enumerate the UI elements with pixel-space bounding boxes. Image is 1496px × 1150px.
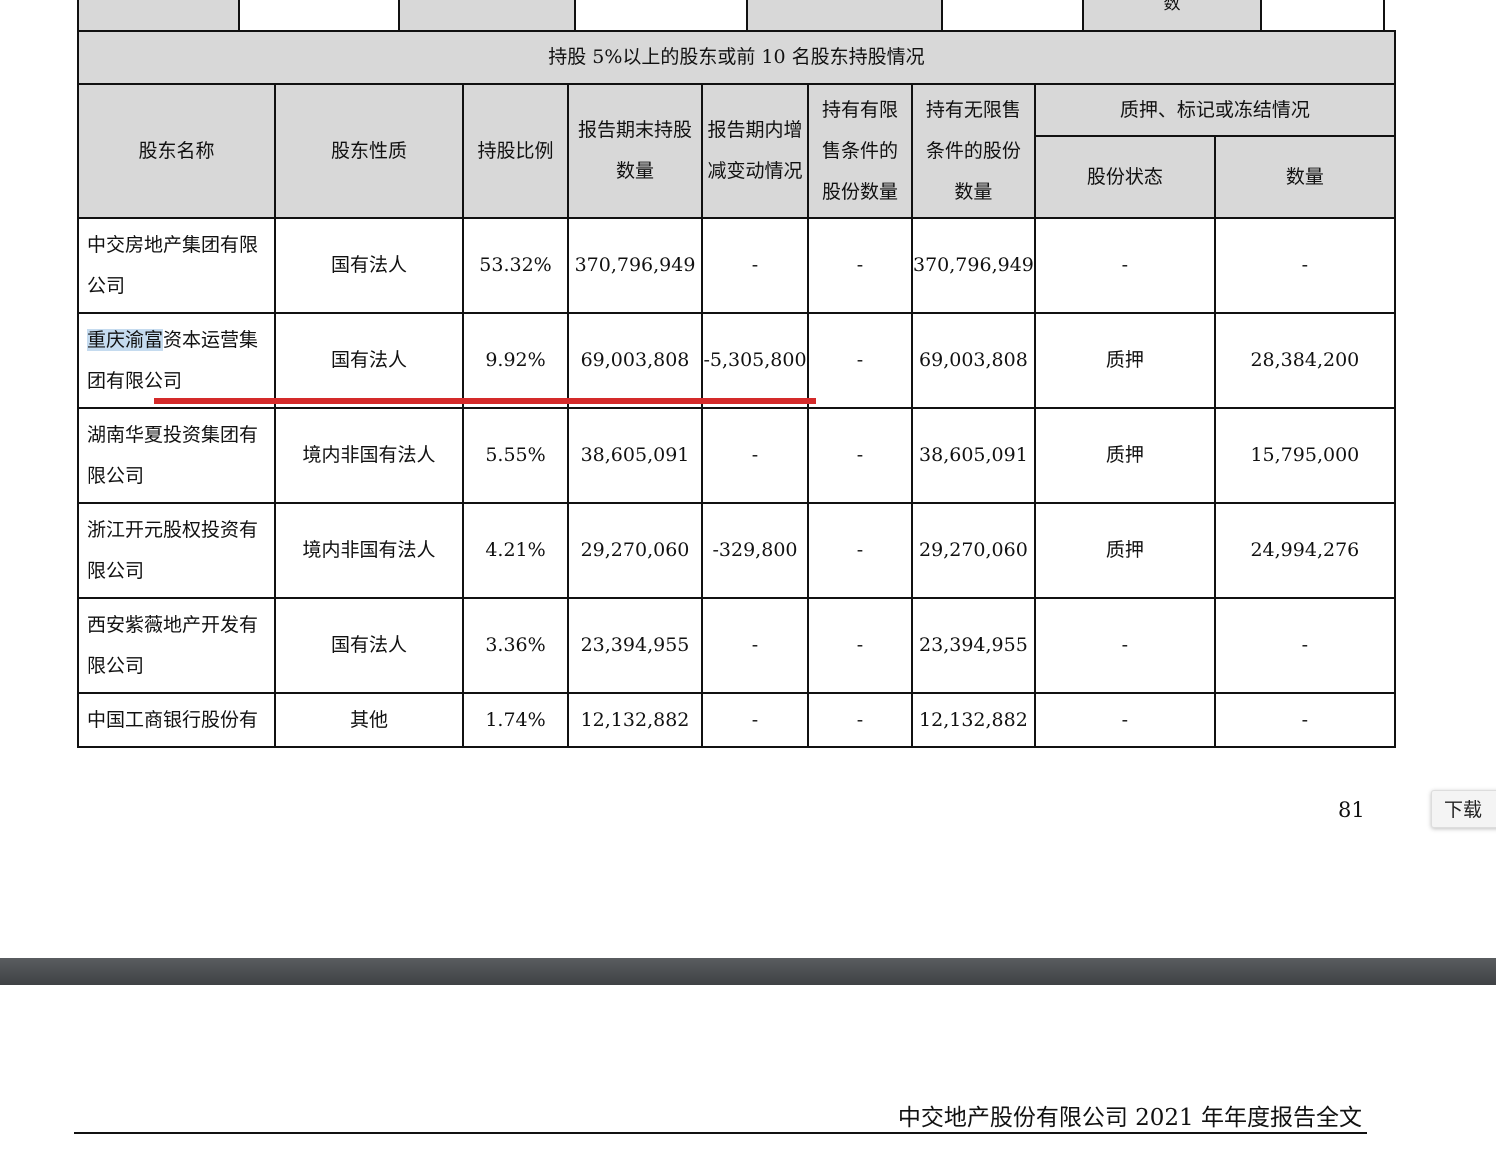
cell-unrestricted: 23,394,955 — [911, 597, 1036, 694]
cell-end-shares: 29,270,060 — [567, 502, 703, 599]
table-row: 中交房地产集团有限公司 国有法人 53.32% 370,796,949 - - … — [77, 217, 1396, 314]
cell-ratio: 1.74% — [462, 692, 569, 748]
cell-end-shares: 370,796,949 — [567, 217, 703, 314]
table-row: 西安紫薇地产开发有限公司 国有法人 3.36% 23,394,955 - - 2… — [77, 597, 1396, 694]
table-row: 中国工商银行股份有 其他 1.74% 12,132,882 - - 12,132… — [77, 692, 1396, 748]
cell-nature: 境内非国有法人 — [274, 502, 464, 599]
cell-pledge-status: - — [1033, 217, 1216, 314]
cell-ratio: 53.32% — [462, 217, 569, 314]
selected-text[interactable]: 重庆渝富 — [87, 328, 164, 351]
cell-change: -5,305,800 — [701, 312, 809, 409]
cell-end-shares: 23,394,955 — [567, 597, 703, 694]
cell-pledge-qty: 15,795,000 — [1213, 407, 1396, 504]
red-annotation-underline — [154, 398, 816, 404]
cell-nature: 国有法人 — [274, 312, 464, 409]
cell-pledge-qty: 24,994,276 — [1213, 502, 1396, 599]
partial-header-text: 数 — [1163, 0, 1181, 14]
header-restricted: 持有有限售条件的股份数量 — [807, 83, 913, 219]
cell-pledge-status: - — [1033, 597, 1216, 694]
header-end-shares: 报告期末持股数量 — [567, 83, 703, 219]
cell-end-shares: 12,132,882 — [567, 692, 703, 748]
cell-restricted: - — [807, 597, 913, 694]
cell-pledge-qty: - — [1213, 597, 1396, 694]
cell-name: 西安紫薇地产开发有限公司 — [77, 597, 276, 694]
cell-end-shares: 69,003,808 — [567, 312, 703, 409]
cell-pledge-status: 质押 — [1033, 502, 1216, 599]
cell-ratio: 5.55% — [462, 407, 569, 504]
cell-restricted: - — [807, 407, 913, 504]
cell-unrestricted: 370,796,949 — [911, 217, 1036, 314]
cell-end-shares: 38,605,091 — [567, 407, 703, 504]
cell-change: -329,800 — [701, 502, 809, 599]
header-change: 报告期内增减变动情况 — [701, 83, 809, 219]
cell-pledge-status: 质押 — [1033, 407, 1216, 504]
cell-restricted: - — [807, 692, 913, 748]
cell-pledge-qty: - — [1213, 217, 1396, 314]
cell-unrestricted: 12,132,882 — [911, 692, 1036, 748]
footer-divider — [74, 1132, 1367, 1134]
cell-change: - — [701, 597, 809, 694]
shareholder-table: 持股 5%以上的股东或前 10 名股东持股情况 股东名称 股东性质 持股比例 报… — [77, 30, 1396, 748]
cell-nature: 国有法人 — [274, 597, 464, 694]
cell-name: 中交房地产集团有限公司 — [77, 217, 276, 314]
table-title: 持股 5%以上的股东或前 10 名股东持股情况 — [77, 30, 1396, 85]
cell-restricted: - — [807, 312, 913, 409]
header-name: 股东名称 — [77, 83, 276, 219]
header-ratio: 持股比例 — [462, 83, 569, 219]
cell-pledge-qty: 28,384,200 — [1213, 312, 1396, 409]
cell-pledge-qty: - — [1213, 692, 1396, 748]
cell-name[interactable]: 重庆渝富资本运营集团有限公司 — [77, 312, 276, 409]
table-row: 湖南华夏投资集团有限公司 境内非国有法人 5.55% 38,605,091 - … — [77, 407, 1396, 504]
header-pledge-group: 质押、标记或冻结情况 — [1033, 83, 1396, 137]
header-unrestricted: 持有无限售条件的股份数量 — [911, 83, 1036, 219]
cell-unrestricted: 69,003,808 — [911, 312, 1036, 409]
cell-change: - — [701, 217, 809, 314]
download-button[interactable]: 下载 — [1431, 790, 1496, 828]
cell-name: 浙江开元股权投资有限公司 — [77, 502, 276, 599]
cell-ratio: 9.92% — [462, 312, 569, 409]
cell-ratio: 3.36% — [462, 597, 569, 694]
cell-change: - — [701, 692, 809, 748]
header-nature: 股东性质 — [274, 83, 464, 219]
cell-pledge-status: - — [1033, 692, 1216, 748]
table-row: 重庆渝富资本运营集团有限公司 国有法人 9.92% 69,003,808 -5,… — [77, 312, 1396, 409]
cell-nature: 境内非国有法人 — [274, 407, 464, 504]
cell-nature: 国有法人 — [274, 217, 464, 314]
cell-change: - — [701, 407, 809, 504]
cell-name: 中国工商银行股份有 — [77, 692, 276, 748]
cell-unrestricted: 38,605,091 — [911, 407, 1036, 504]
previous-table-fragment: 数 — [77, 0, 1385, 32]
table-row: 浙江开元股权投资有限公司 境内非国有法人 4.21% 29,270,060 -3… — [77, 502, 1396, 599]
page-number: 81 — [1338, 798, 1365, 822]
cell-name: 湖南华夏投资集团有限公司 — [77, 407, 276, 504]
header-pledge-qty: 数量 — [1213, 135, 1396, 219]
header-pledge-status: 股份状态 — [1033, 135, 1216, 219]
page-gap-bar — [0, 958, 1496, 985]
cell-pledge-status: 质押 — [1033, 312, 1216, 409]
cell-unrestricted: 29,270,060 — [911, 502, 1036, 599]
cell-nature: 其他 — [274, 692, 464, 748]
cell-ratio: 4.21% — [462, 502, 569, 599]
cell-restricted: - — [807, 502, 913, 599]
footer-report-title: 中交地产股份有限公司 2021 年年度报告全文 — [897, 1105, 1362, 1131]
cell-restricted: - — [807, 217, 913, 314]
